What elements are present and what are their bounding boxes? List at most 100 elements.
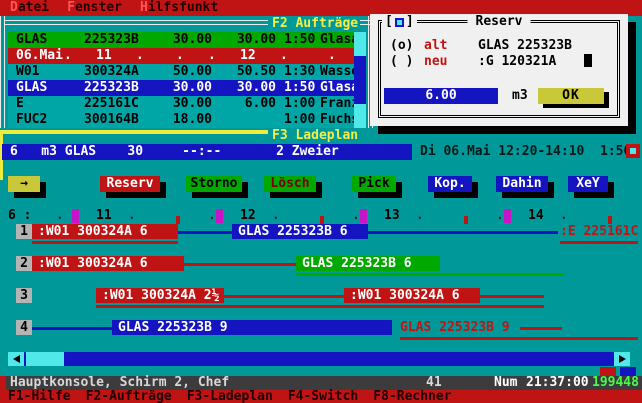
menu-item-hilfsfunkt[interactable]: Hilfsfunkt: [140, 0, 218, 16]
order-row[interactable]: W01300324A50.0050.501:30Wasser: [8, 64, 358, 80]
time-scale: 6 :11121314........: [0, 208, 642, 224]
statusbar: Hauptkonsole, Schirm 2, Chef 41 Num 21:3…: [0, 376, 642, 390]
scale-origin: 6 :: [8, 208, 31, 224]
auftraege-scroll-up[interactable]: [354, 32, 366, 56]
order-col-5: Fuchs: [320, 112, 358, 128]
gantt-duration-line: [184, 263, 296, 266]
fkey-f3[interactable]: F3-Ladeplan: [187, 390, 273, 403]
text-cursor: [584, 54, 592, 67]
order-col-2: 50.00: [156, 64, 212, 80]
dahin-button[interactable]: Dahin: [496, 176, 548, 192]
marker-dot-icon: [630, 148, 636, 154]
hscroll-left-button[interactable]: [8, 352, 24, 366]
auftraege-top-border: [4, 20, 268, 25]
amount-field[interactable]: 6.00: [384, 88, 498, 104]
radio-neu[interactable]: ( ): [390, 54, 413, 70]
order-col-5: Franz: [320, 96, 358, 112]
order-col-1: 300324A: [84, 64, 152, 80]
radio-alt[interactable]: (o): [390, 38, 413, 54]
gantt-underline: [32, 241, 178, 244]
order-col-4: 1:00: [284, 112, 320, 128]
status-clock: 21:37:00: [526, 376, 589, 390]
order-col-3: 6.00: [220, 96, 276, 112]
gantt-area: 1:W01 300324A 6GLAS 225323B 6:E 225161C2…: [0, 224, 642, 354]
scroll-marker[interactable]: [626, 144, 640, 158]
status-red-stub: [0, 376, 6, 390]
order-col-0: FUC2: [16, 112, 80, 128]
storno-button[interactable]: Storno: [186, 176, 242, 192]
gantt-bar[interactable]: :W01 300324A 2½: [96, 288, 224, 303]
pick-button[interactable]: Pick: [352, 176, 396, 192]
gantt-row-label[interactable]: 3: [16, 288, 32, 303]
gantt-bar[interactable]: :W01 300324A 6: [32, 224, 178, 239]
scale-dot: .: [272, 208, 280, 224]
gantt-bar[interactable]: :W01 300324A 6: [32, 256, 184, 271]
status-console: Hauptkonsole, Schirm 2, Chef: [10, 376, 229, 390]
radio-alt-label[interactable]: alt: [424, 38, 447, 54]
gantt-duration-line: [520, 327, 562, 330]
gantt-bar[interactable]: GLAS 225323B 9: [112, 320, 392, 335]
goto-button[interactable]: →: [8, 176, 40, 192]
gantt-row-4: 4 GLAS 225323B 9 GLAS 225323B 9: [0, 320, 642, 336]
scale-hour: 14: [528, 208, 544, 224]
order-col-1: 225161C: [84, 96, 152, 112]
order-row[interactable]: FUC2300164B18.00 1:00Fuchs: [8, 112, 358, 128]
gantt-pending-text[interactable]: :E 225161C: [560, 224, 638, 239]
order-row[interactable]: E225161C30.006.001:00Franz: [8, 96, 358, 112]
auftraege-scroll-down[interactable]: [354, 104, 366, 128]
reserv-button[interactable]: Reserv: [100, 176, 160, 192]
auftraege-window-title: F2 Aufträge: [272, 16, 358, 32]
date-cell: 12: [240, 48, 256, 64]
hscroll-right-button[interactable]: [614, 352, 630, 366]
unit-label: m3: [512, 88, 528, 104]
scale-tick-red: [176, 216, 180, 224]
order-col-1: 300164B: [84, 112, 152, 128]
loesch-button[interactable]: Lösch: [264, 176, 316, 192]
xey-button[interactable]: XeY: [568, 176, 608, 192]
fkey-f2[interactable]: F2-Aufträge: [86, 390, 172, 403]
gantt-duration-line: [178, 231, 232, 234]
gantt-underline: [400, 337, 638, 340]
arrow-right-icon: [619, 355, 626, 363]
hscroll-track[interactable]: [24, 352, 614, 366]
status-numlock: Num: [494, 376, 517, 390]
order-col-2: 18.00: [156, 112, 212, 128]
bracket-left: [: [385, 14, 393, 30]
order-col-3: 30.00: [220, 32, 276, 48]
date-cell: 11: [96, 48, 112, 64]
gantt-bar[interactable]: :W01 300324A 6: [344, 288, 480, 303]
close-icon: [395, 18, 404, 27]
reserv-dialog: [] Reserv (o) alt GLAS 225323B ( ) neu :…: [370, 14, 628, 126]
fkey-f1[interactable]: F1-Hilfe: [8, 390, 71, 403]
radio-neu-label[interactable]: neu: [424, 54, 447, 70]
selected-order-info: 6 m3 GLAS 30 --:-- 2 Zweier: [2, 144, 412, 160]
order-date-row[interactable]: 06.Mai.11...12..: [8, 48, 358, 64]
order-row[interactable]: GLAS225323B30.0030.001:50Glasau: [8, 80, 358, 96]
order-col-4: 1:50: [284, 80, 320, 96]
gantt-bar[interactable]: GLAS 225323B 6: [232, 224, 368, 239]
dialog-close-button[interactable]: []: [382, 14, 417, 30]
order-row[interactable]: GLAS225323B30.0030.001:50Glasau: [8, 32, 358, 48]
ok-button[interactable]: OK: [538, 88, 604, 104]
menu-item-fenster[interactable]: Fenster: [67, 0, 122, 16]
scale-dot: .: [352, 208, 360, 224]
gantt-pending-text[interactable]: GLAS 225323B 9: [400, 320, 510, 335]
scale-tick-red: [464, 216, 468, 224]
auftraege-table: GLAS225323B30.0030.001:50Glasau06.Mai.11…: [8, 32, 358, 128]
order-col-0: GLAS: [16, 80, 80, 96]
gantt-bar[interactable]: GLAS 225323B 6: [296, 256, 440, 271]
hscroll-thumb[interactable]: [26, 352, 64, 366]
kop-button[interactable]: Kop.: [428, 176, 472, 192]
gantt-row-label[interactable]: 2: [16, 256, 32, 271]
auftraege-scroll-track[interactable]: [354, 56, 366, 104]
fkey-f4[interactable]: F4-Switch: [288, 390, 358, 403]
ladeplan-toolbar: → Reserv Storno Lösch Pick Kop. Dahin XeY: [0, 176, 642, 192]
fkey-bar: F1-Hilfe F2-Aufträge F3-Ladeplan F4-Switch F…: [0, 390, 642, 403]
ladeplan-top-border: [2, 130, 268, 134]
gantt-row-label[interactable]: 1: [16, 224, 32, 239]
menu-item-datei[interactable]: Datei: [10, 0, 49, 16]
gantt-row-label[interactable]: 4: [16, 320, 32, 335]
order-col-0: W01: [16, 64, 80, 80]
gantt-row-2: 2:W01 300324A 6 GLAS 225323B 6: [0, 256, 642, 272]
fkey-f8[interactable]: F8-Rechner: [373, 390, 451, 403]
